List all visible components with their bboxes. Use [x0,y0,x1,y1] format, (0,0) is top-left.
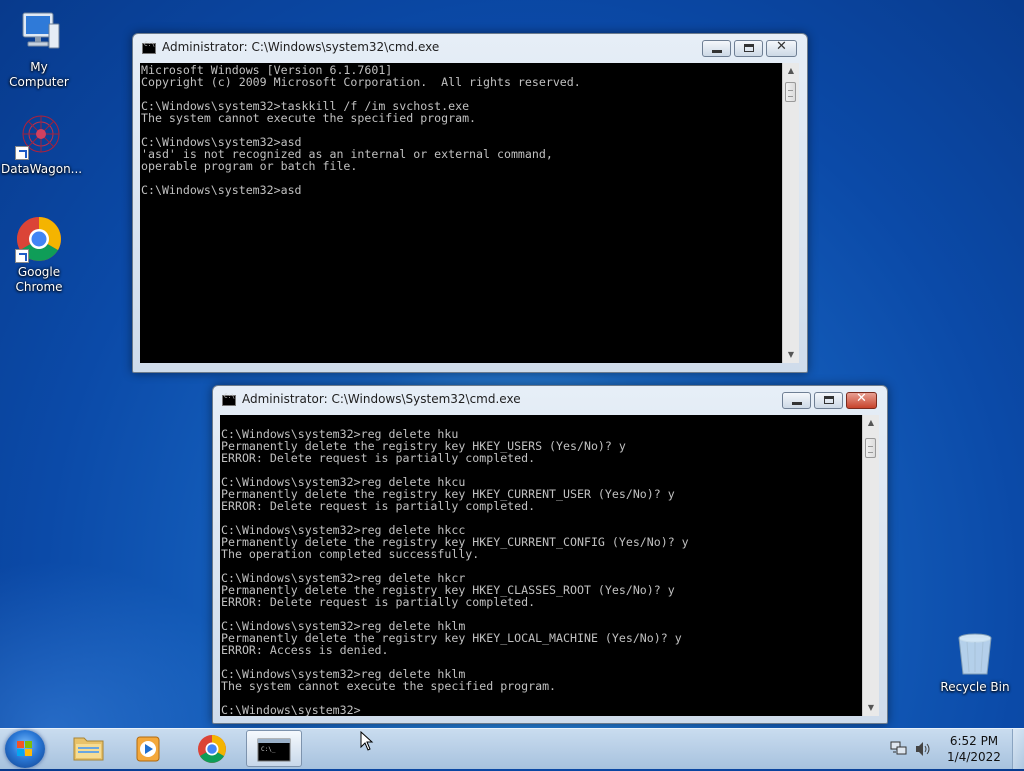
mouse-cursor-icon [360,731,374,751]
folder-icon [73,737,104,761]
network-icon[interactable] [890,741,908,757]
shortcut-arrow-icon [15,146,29,160]
minimize-icon [792,402,802,405]
taskbar-chrome-button[interactable] [184,730,240,767]
console-line: The system cannot execute the specified … [141,111,477,125]
desktop-icon-google-chrome[interactable]: Google Chrome [1,215,77,295]
chrome-icon [15,215,63,263]
desktop-icon-recycle-bin[interactable]: Recycle Bin [937,630,1013,695]
show-desktop-button[interactable] [1012,729,1024,769]
title-bar[interactable]: Administrator: C:\Windows\system32\cmd.e… [133,34,807,62]
scroll-thumb[interactable] [865,438,876,458]
console-line: C:\Windows\system32>asd [141,183,302,197]
taskbar-media-player-button[interactable] [120,730,176,767]
shortcut-arrow-icon [15,249,29,263]
maximize-icon [744,44,754,52]
taskbar-cmd-button[interactable]: C:\_ [246,730,302,767]
cmd-icon [222,393,236,406]
console-output[interactable]: C:\Windows\system32>reg delete hku Perman… [220,415,862,716]
window-title: Administrator: C:\Windows\system32\cmd.e… [162,40,440,54]
console-line: ERROR: Delete request is partially compl… [221,499,536,513]
console-line: C:\Windows\system32> [221,703,361,716]
close-icon: ✕ [776,39,787,54]
console-line: Copyright (c) 2009 Microsoft Corporation… [141,75,581,89]
desktop-icon-label-line1: Google [17,265,61,279]
cmd-window-1[interactable]: Administrator: C:\Windows\system32\cmd.e… [132,33,808,373]
datawagon-icon [15,112,63,160]
clock-date: 1/4/2022 [947,750,1001,764]
taskbar: C:\_ 6:52 PM 1/4/2022 [0,728,1024,769]
cmd-window-2[interactable]: Administrator: C:\Windows\System32\cmd.e… [212,385,888,724]
scroll-thumb[interactable] [785,82,796,102]
close-button[interactable]: ✕ [766,39,797,57]
desktop-icon-label: Recycle Bin [940,680,1010,694]
start-button[interactable] [5,730,45,768]
title-bar[interactable]: Administrator: C:\Windows\System32\cmd.e… [213,386,887,414]
desktop-icon-label: DataWagon... [1,162,83,176]
console-line: operable program or batch file. [141,159,358,173]
desktop-icon-datawagon[interactable]: DataWagon... [1,112,83,177]
maximize-icon [824,396,834,404]
scroll-up-arrow-icon[interactable]: ▲ [863,415,879,431]
console-line: ERROR: Delete request is partially compl… [221,451,536,465]
svg-text:C:\_: C:\_ [261,746,276,753]
console-line: The system cannot execute the specified … [221,679,557,693]
console-line: The operation completed successfully. [221,547,480,561]
cmd-icon: C:\_ [257,738,291,762]
console-output[interactable]: Microsoft Windows [Version 6.1.7601] Copy… [140,63,782,363]
minimize-icon [712,50,722,53]
chrome-icon [198,735,226,763]
window-title: Administrator: C:\Windows\System32\cmd.e… [242,392,521,406]
volume-icon[interactable] [914,741,932,757]
console-line: ERROR: Access is denied. [221,643,389,657]
desktop-icon-my-computer[interactable]: My Computer [1,10,77,90]
scroll-up-arrow-icon[interactable]: ▲ [783,63,799,79]
maximize-button[interactable] [734,40,763,57]
clock[interactable]: 6:52 PM 1/4/2022 [946,733,1002,765]
maximize-button[interactable] [814,392,843,409]
scroll-down-arrow-icon[interactable]: ▼ [783,347,799,363]
clock-time: 6:52 PM [949,734,999,748]
vertical-scrollbar[interactable]: ▲ ▼ [782,63,799,363]
console-line: ERROR: Delete request is partially compl… [221,595,536,609]
minimize-button[interactable] [782,392,811,409]
close-icon: ✕ [856,391,867,406]
recycle-bin-icon [951,630,999,678]
desktop-icon-label: My Computer [9,60,69,89]
scroll-down-arrow-icon[interactable]: ▼ [863,700,879,716]
desktop-icon-label-line2: Chrome [15,280,63,294]
media-player-icon [136,736,160,762]
close-button[interactable]: ✕ [846,391,877,409]
taskbar-explorer-button[interactable] [60,730,116,767]
vertical-scrollbar[interactable]: ▲ ▼ [862,415,879,716]
minimize-button[interactable] [702,40,731,57]
windows-logo-icon [17,741,33,757]
computer-icon [15,10,63,58]
cmd-icon [142,41,156,54]
